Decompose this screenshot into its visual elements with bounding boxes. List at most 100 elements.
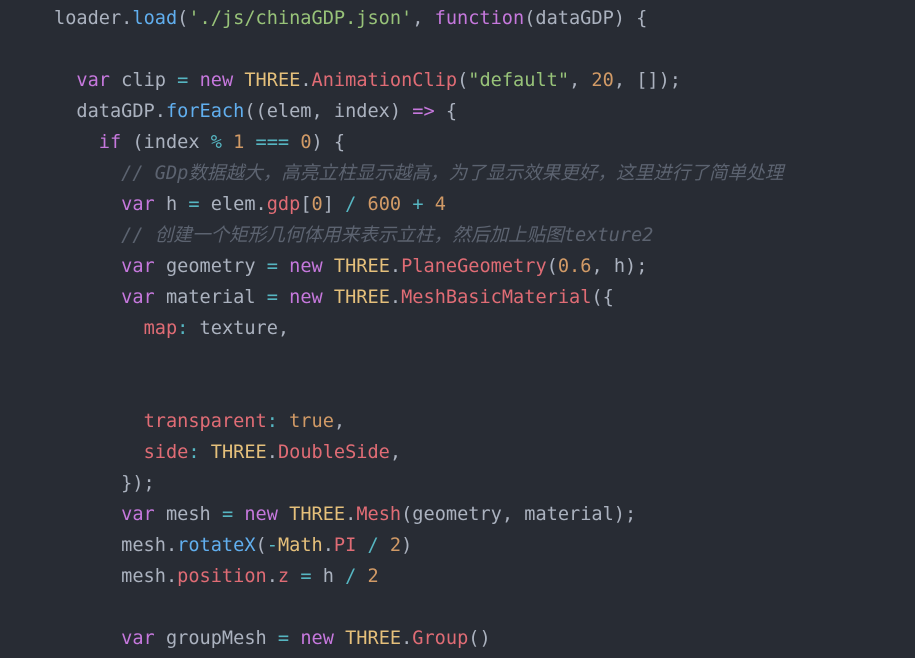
code-token: 20 xyxy=(591,70,614,91)
code-line[interactable]: transparent: true, xyxy=(54,406,783,437)
code-token: ( xyxy=(457,70,469,91)
code-token: MeshBasicMaterial xyxy=(401,287,592,308)
code-line[interactable] xyxy=(54,34,783,65)
code-token: h xyxy=(154,194,189,215)
code-token: () xyxy=(468,628,491,649)
code-token: ( xyxy=(177,8,189,29)
code-token: mesh xyxy=(154,504,222,525)
code-token: . xyxy=(121,8,133,29)
code-token: ) xyxy=(401,535,413,556)
code-token: 600 xyxy=(367,194,402,215)
code-token: : xyxy=(188,442,200,463)
code-token: ] xyxy=(322,194,346,215)
code-line[interactable]: dataGDP.forEach((elem, index) => { xyxy=(54,96,783,127)
code-token: . xyxy=(266,442,278,463)
code-token: texture, xyxy=(188,318,290,339)
code-token: AnimationClip xyxy=(311,70,458,91)
code-token: DoubleSide xyxy=(277,442,390,463)
code-token: new xyxy=(289,256,323,277)
code-token: = xyxy=(277,628,290,649)
code-token: material xyxy=(154,287,267,308)
code-token: mesh. xyxy=(121,566,178,587)
code-token: 2 xyxy=(367,566,379,587)
code-token: groupMesh xyxy=(154,628,278,649)
code-token: h xyxy=(311,566,346,587)
code-line[interactable]: if (index % 1 === 0) { xyxy=(54,127,783,158)
code-token: "default" xyxy=(468,70,570,91)
code-line[interactable]: mesh.position.z = h / 2 xyxy=(54,561,783,592)
code-token: var xyxy=(121,628,155,649)
code-token: . xyxy=(401,628,413,649)
code-token: 0 xyxy=(311,194,323,215)
code-token: load xyxy=(132,8,178,29)
code-token: gdp xyxy=(266,194,301,215)
code-token: side xyxy=(143,442,189,463)
code-token: . xyxy=(300,70,312,91)
code-token: 1 xyxy=(233,132,245,153)
code-token: 0.6 xyxy=(557,256,592,277)
code-token: = xyxy=(266,287,278,308)
code-token: = xyxy=(300,566,312,587)
code-token: new xyxy=(199,70,234,91)
code-token: . xyxy=(389,256,402,277)
code-line[interactable] xyxy=(54,344,783,375)
code-line[interactable]: var h = elem.gdp[0] / 600 + 4 xyxy=(54,189,783,220)
code-line[interactable]: var groupMesh = new THREE.Group() xyxy=(54,623,783,654)
code-token: true xyxy=(289,411,334,432)
code-line[interactable]: side: THREE.DoubleSide, xyxy=(54,437,783,468)
code-token: . xyxy=(322,535,334,556)
code-editor[interactable]: loader.load('./js/chinaGDP.json', functi… xyxy=(0,0,915,658)
code-token: map xyxy=(143,318,178,339)
code-line[interactable] xyxy=(54,592,783,623)
code-area[interactable]: loader.load('./js/chinaGDP.json', functi… xyxy=(54,3,783,654)
code-line[interactable]: map: texture, xyxy=(54,313,783,344)
code-token: new xyxy=(300,628,334,649)
code-line[interactable]: var geometry = new THREE.PlaneGeometry(0… xyxy=(54,251,783,282)
code-line[interactable]: var material = new THREE.MeshBasicMateri… xyxy=(54,282,783,313)
code-token: + xyxy=(412,194,424,215)
code-token: , xyxy=(412,8,435,29)
code-token: rotateX xyxy=(177,535,256,556)
code-line[interactable]: var mesh = new THREE.Mesh(geometry, mate… xyxy=(54,499,783,530)
code-token: new xyxy=(289,287,323,308)
code-token: : xyxy=(266,411,278,432)
code-token: (index xyxy=(121,132,211,153)
code-token: PlaneGeometry xyxy=(401,256,547,277)
code-token: ( xyxy=(255,535,267,556)
code-line[interactable]: mesh.rotateX(-Math.PI / 2) xyxy=(54,530,783,561)
code-token: elem. xyxy=(199,194,267,215)
code-line[interactable]: var clip = new THREE.AnimationClip("defa… xyxy=(54,65,783,96)
code-token: ({ xyxy=(591,287,614,308)
code-token: , h); xyxy=(591,256,648,277)
code-line[interactable] xyxy=(54,375,783,406)
code-token: transparent xyxy=(143,411,267,432)
code-line[interactable]: }); xyxy=(54,468,783,499)
code-line[interactable]: // GDp数据越大，高亮立柱显示越高，为了显示效果更好，这里进行了简单处理 xyxy=(54,158,783,189)
code-token: = xyxy=(221,504,234,525)
code-token: . xyxy=(266,566,278,587)
code-line[interactable]: loader.load('./js/chinaGDP.json', functi… xyxy=(54,3,783,34)
code-token: }); xyxy=(121,473,155,494)
code-token: THREE xyxy=(210,442,267,463)
code-token: / xyxy=(345,194,357,215)
code-line[interactable]: // 创建一个矩形几何体用来表示立柱，然后加上贴图texture2 xyxy=(54,220,783,251)
code-token: 4 xyxy=(434,194,446,215)
code-token: , xyxy=(333,411,346,432)
code-token: mesh. xyxy=(121,535,178,556)
code-token: PI xyxy=(333,535,357,556)
code-token: / xyxy=(367,535,379,556)
code-token: % xyxy=(210,132,222,153)
